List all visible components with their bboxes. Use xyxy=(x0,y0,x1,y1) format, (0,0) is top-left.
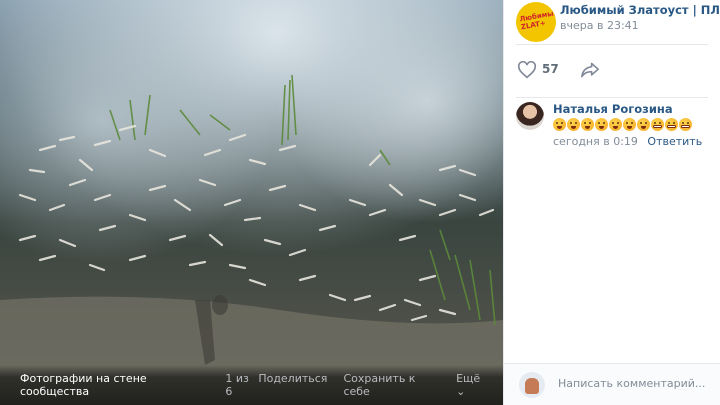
astonished-emoji-icon xyxy=(567,118,580,131)
group-avatar[interactable]: Любимый ZLAT+ xyxy=(516,2,556,42)
chevron-down-icon: ⌄ xyxy=(456,385,466,398)
likes-row: 57 xyxy=(504,45,720,97)
user-figure-icon xyxy=(525,378,539,394)
reply-button[interactable]: Ответить xyxy=(647,135,702,148)
divider xyxy=(516,97,708,98)
like-count: 57 xyxy=(542,62,559,76)
share-photo-button[interactable]: Поделиться xyxy=(258,372,327,398)
comment-input[interactable] xyxy=(558,377,708,390)
grimacing-emoji-icon xyxy=(651,118,664,131)
astonished-emoji-icon xyxy=(553,118,566,131)
weary-emoji-icon xyxy=(623,118,636,131)
comment-composer xyxy=(504,363,720,405)
photo-actions: Поделиться Сохранить к себе Ещё ⌄ xyxy=(258,372,491,398)
comment-text xyxy=(553,118,692,131)
astonished-emoji-icon xyxy=(595,118,608,131)
photo-footer: Фотографии на стене сообщества 1 из 6 По… xyxy=(0,365,503,405)
group-logo-icon: Любимый ZLAT+ xyxy=(518,8,556,32)
comment-meta: сегодня в 0:19 Ответить xyxy=(553,135,702,148)
comment-item: Наталья Рогозина сегодня в 0:19 Ответить xyxy=(504,100,720,152)
avatar xyxy=(519,372,545,398)
heart-icon[interactable] xyxy=(517,61,537,79)
avatar[interactable] xyxy=(516,102,544,130)
post-time[interactable]: вчера в 23:41 xyxy=(560,19,639,32)
share-icon[interactable] xyxy=(580,61,600,79)
weary-emoji-icon xyxy=(637,118,650,131)
grimacing-emoji-icon xyxy=(679,118,692,131)
more-label: Ещё xyxy=(456,372,481,385)
weary-emoji-icon xyxy=(609,118,622,131)
post-header: ЛюбимыйZLAT+ Любимый Златоуст | ПЛЮС вче… xyxy=(504,0,720,44)
photo-image xyxy=(0,0,503,405)
comment-author-link[interactable]: Наталья Рогозина xyxy=(553,102,673,116)
album-link[interactable]: Фотографии на стене сообщества xyxy=(20,372,213,398)
astonished-emoji-icon xyxy=(581,118,594,131)
comment-time[interactable]: сегодня в 0:19 xyxy=(553,135,638,148)
grimacing-emoji-icon xyxy=(665,118,678,131)
photo-viewer[interactable]: Фотографии на стене сообщества 1 из 6 По… xyxy=(0,0,503,405)
side-panel: ЛюбимыйZLAT+ Любимый Златоуст | ПЛЮС вче… xyxy=(503,0,720,405)
photo-counter: 1 из 6 xyxy=(225,372,249,398)
group-name-link[interactable]: Любимый Златоуст | ПЛЮС xyxy=(560,3,720,17)
more-button[interactable]: Ещё ⌄ xyxy=(456,372,491,398)
save-photo-button[interactable]: Сохранить к себе xyxy=(343,372,440,398)
